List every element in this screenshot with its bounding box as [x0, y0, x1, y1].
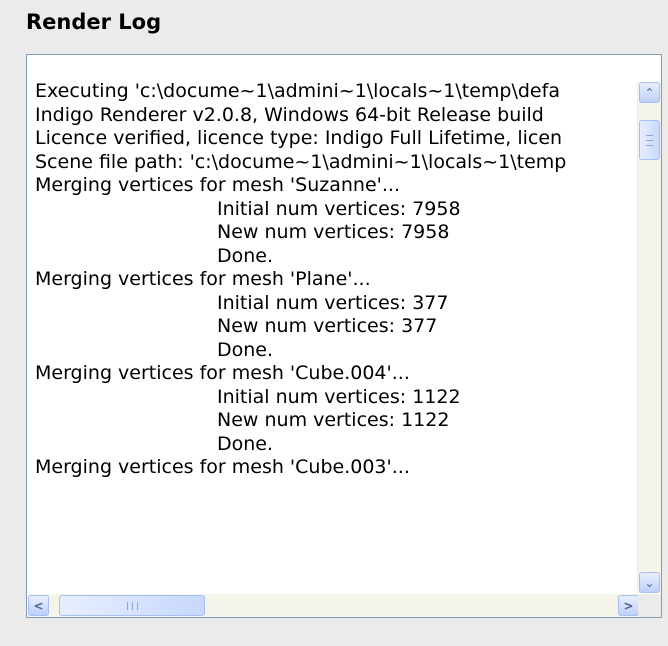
scrollbar-corner — [638, 594, 661, 617]
log-line: Licence verified, licence type: Indigo F… — [35, 127, 563, 149]
grip-line — [136, 601, 138, 610]
log-content: Executing 'c:\docume~1\admini~1\locals~1… — [35, 80, 635, 580]
log-line: Initial num vertices: 7958 — [217, 197, 461, 220]
render-log-panel: Render Log Executing 'c:\docume~1\admini… — [0, 0, 668, 646]
chevron-down-icon: ⌄ — [644, 575, 655, 590]
vertical-scrollbar[interactable]: ⌃ ⌄ — [637, 82, 661, 593]
horizontal-scroll-thumb[interactable] — [59, 595, 205, 616]
chevron-up-icon: ⌃ — [644, 85, 655, 100]
grip-line — [131, 601, 133, 610]
log-line: Merging vertices for mesh 'Cube.004'... — [35, 362, 410, 384]
grip-line — [646, 134, 653, 136]
chevron-right-icon: > — [623, 598, 634, 613]
log-line: Done. — [217, 244, 274, 267]
log-line: Done. — [217, 432, 274, 455]
log-line: Executing 'c:\docume~1\admini~1\locals~1… — [35, 80, 560, 102]
log-line: Merging vertices for mesh 'Suzanne'... — [35, 174, 400, 196]
scroll-left-button[interactable]: < — [28, 595, 49, 616]
log-line: Initial num vertices: 377 — [217, 291, 449, 314]
log-line: Merging vertices for mesh 'Plane'... — [35, 268, 371, 290]
grip-line — [646, 144, 653, 146]
chevron-left-icon: < — [33, 598, 44, 613]
scroll-right-button[interactable]: > — [618, 595, 639, 616]
log-line: Merging vertices for mesh 'Cube.003'... — [35, 456, 410, 478]
log-line: Initial num vertices: 1122 — [217, 385, 461, 408]
render-log-textbox[interactable]: Executing 'c:\docume~1\admini~1\locals~1… — [26, 54, 662, 618]
grip-line — [646, 139, 653, 141]
log-line: New num vertices: 1122 — [217, 409, 450, 431]
vertical-scroll-thumb[interactable] — [639, 120, 660, 160]
grip-line — [126, 601, 128, 610]
panel-title: Render Log — [26, 10, 162, 34]
log-line: New num vertices: 7958 — [217, 221, 450, 243]
log-line: Indigo Renderer v2.0.8, Windows 64-bit R… — [35, 103, 544, 126]
log-line: Done. — [217, 338, 274, 361]
log-line: Scene file path: 'c:\docume~1\admini~1\l… — [35, 150, 567, 173]
scroll-up-button[interactable]: ⌃ — [639, 82, 660, 103]
horizontal-scrollbar[interactable]: < > — [28, 594, 639, 617]
log-line: New num vertices: 377 — [217, 315, 438, 337]
scroll-down-button[interactable]: ⌄ — [639, 572, 660, 593]
